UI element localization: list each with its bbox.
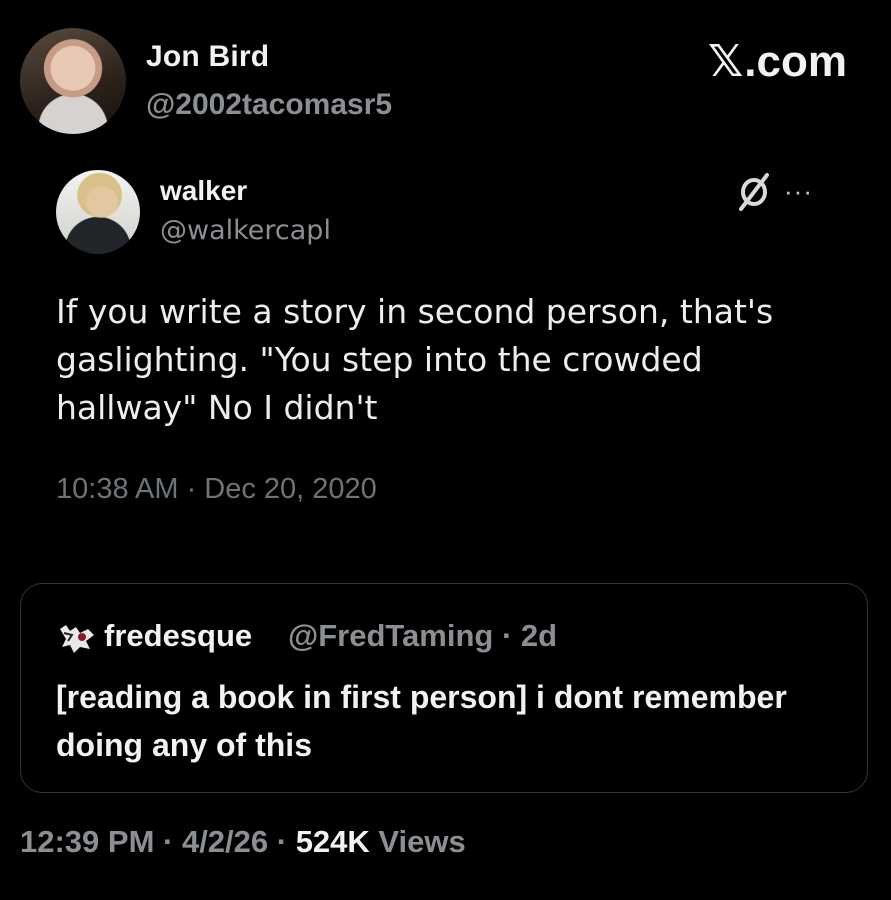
brand-suffix: .com xyxy=(744,37,847,86)
post-timestamp[interactable]: 12:39 PM · 4/2/26 · xyxy=(20,824,296,859)
reply-author-handle[interactable]: @FredTaming · 2d xyxy=(288,618,557,654)
quoted-tweet-text: If you write a story in second person, t… xyxy=(56,292,774,427)
author-avatar[interactable] xyxy=(20,28,126,134)
views-label: Views xyxy=(369,824,466,859)
more-options-icon[interactable]: ··· xyxy=(784,176,813,207)
quoted-author-handle[interactable]: @walkercapl xyxy=(160,215,331,246)
author-name[interactable]: Jon Bird xyxy=(146,40,269,74)
quoted-author-avatar[interactable] xyxy=(56,170,140,254)
post-meta: 12:39 PM · 4/2/26 · 524K Views xyxy=(20,824,466,860)
author-handle[interactable]: @2002tacomasr5 xyxy=(146,88,392,122)
quoted-author-name[interactable]: walker xyxy=(160,175,247,207)
x-com-logo: 𝕏 .com xyxy=(708,36,847,87)
reply-author-name[interactable]: fredesque xyxy=(104,618,252,654)
views-count: 524K xyxy=(295,824,370,859)
reply-author-avatar-icon[interactable] xyxy=(56,621,98,655)
quoted-tweet-timestamp[interactable]: 10:38 AM · Dec 20, 2020 xyxy=(56,473,377,506)
reply-text: [reading a book in first person] i dont … xyxy=(56,679,787,763)
slashed-circle-icon xyxy=(739,173,769,211)
x-logo-icon: 𝕏 xyxy=(707,36,744,87)
